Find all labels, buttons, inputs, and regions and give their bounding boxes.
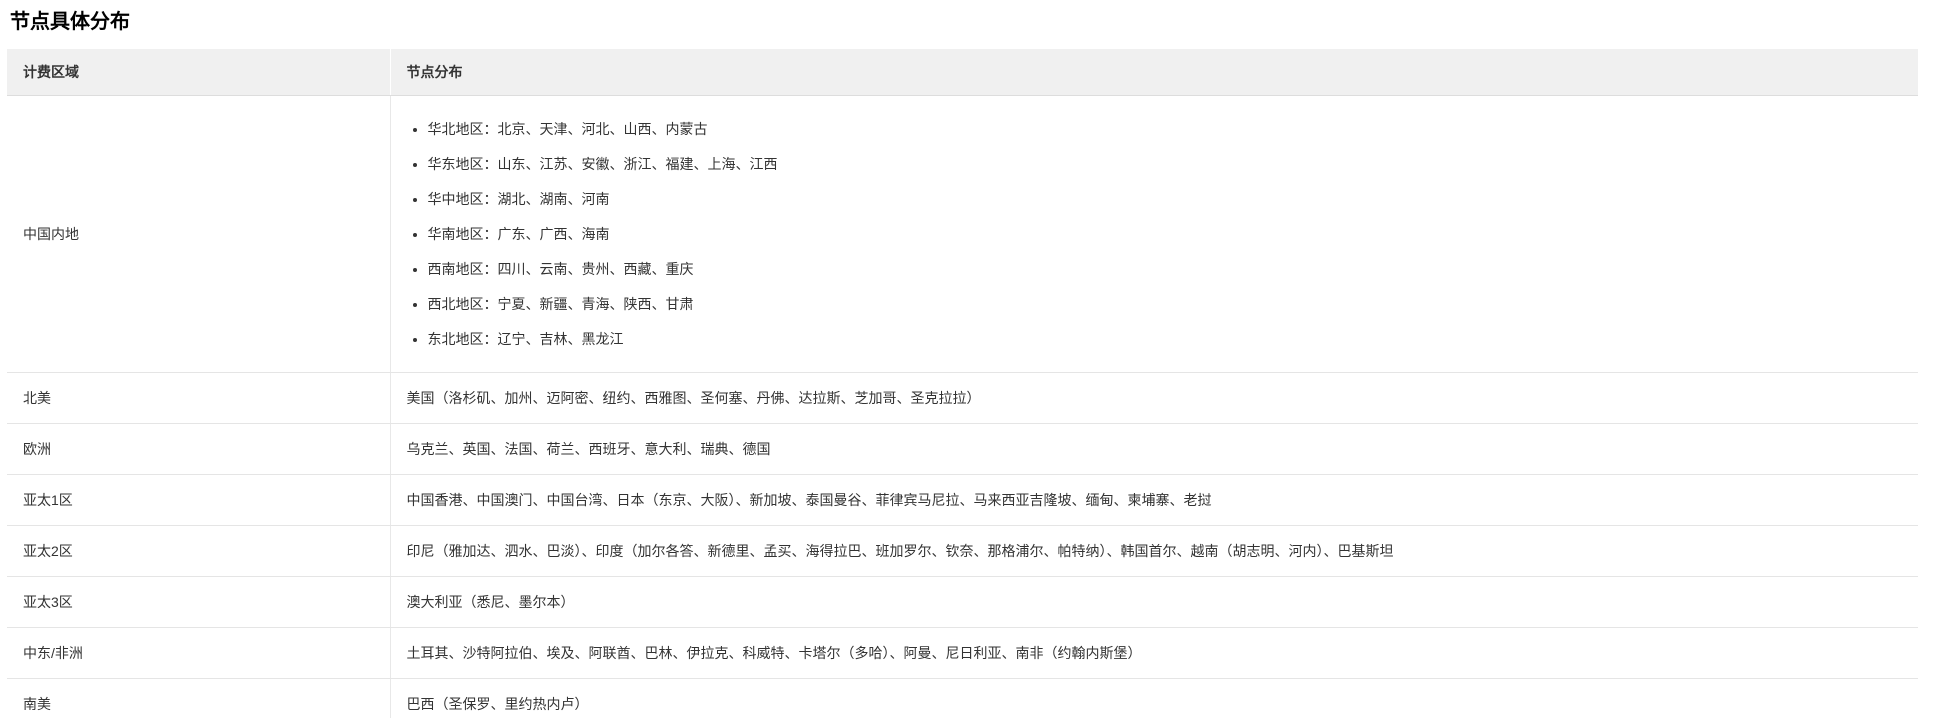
region-list-item: 西南地区：四川、云南、贵州、西藏、重庆 (428, 259, 1903, 279)
distribution-cell: 美国（洛杉矶、加州、迈阿密、纽约、西雅图、圣何塞、丹佛、达拉斯、芝加哥、圣克拉拉… (389, 372, 1918, 424)
region-list: 华北地区：北京、天津、河北、山西、内蒙古华东地区：山东、江苏、安徽、浙江、福建、… (407, 119, 1903, 349)
region-cell: 亚太2区 (7, 525, 390, 577)
distribution-cell: 土耳其、沙特阿拉伯、埃及、阿联酋、巴林、伊拉克、科威特、卡塔尔（多哈）、阿曼、尼… (389, 627, 1918, 679)
distribution-cell: 乌克兰、英国、法国、荷兰、西班牙、意大利、瑞典、德国 (389, 423, 1918, 475)
table-row: 南美 巴西（圣保罗、里约热内卢） (7, 678, 1918, 718)
region-cell: 南美 (23, 696, 51, 712)
region-list-item: 西北地区：宁夏、新疆、青海、陕西、甘肃 (428, 294, 1903, 314)
region-list-item: 华南地区：广东、广西、海南 (428, 224, 1903, 244)
distribution-cell: 华北地区：北京、天津、河北、山西、内蒙古华东地区：山东、江苏、安徽、浙江、福建、… (389, 95, 1918, 373)
node-distribution-table: 计费区域 节点分布 中国内地华北地区：北京、天津、河北、山西、内蒙古华东地区：山… (7, 49, 1918, 718)
region-cell: 亚太1区 (7, 474, 390, 526)
page: 节点具体分布 计费区域 节点分布 中国内地华北地区：北京、天津、河北、山西、内蒙… (0, 0, 1944, 718)
page-title: 节点具体分布 (10, 11, 130, 33)
table-row: 亚太2区 印尼（雅加达、泗水、巴淡）、印度（加尔各答、新德里、孟买、海得拉巴、班加… (7, 525, 1918, 577)
region-cell: 中国内地 (7, 95, 390, 373)
region-list-item: 华北地区：北京、天津、河北、山西、内蒙古 (428, 119, 1903, 139)
table-row: 中东/非洲 土耳其、沙特阿拉伯、埃及、阿联酋、巴林、伊拉克、科威特、卡塔尔（多哈）… (7, 627, 1918, 679)
region-cell: 欧洲 (7, 423, 390, 475)
region-cell: 中东/非洲 (7, 627, 390, 679)
region-cell: 亚太3区 (7, 576, 390, 628)
table-header: 计费区域 节点分布 (7, 49, 1918, 96)
distribution-cell: 澳大利亚（悉尼、墨尔本） (389, 576, 1918, 628)
table-row: 欧洲 乌克兰、英国、法国、荷兰、西班牙、意大利、瑞典、德国 (7, 423, 1918, 475)
distribution-cell: 中国香港、中国澳门、中国台湾、日本（东京、大阪）、新加坡、泰国曼谷、菲律宾马尼拉… (389, 474, 1918, 526)
region-list-item: 华东地区：山东、江苏、安徽、浙江、福建、上海、江西 (428, 154, 1903, 174)
header-node-distribution: 节点分布 (389, 49, 1918, 96)
region-list-item: 华中地区：湖北、湖南、河南 (428, 189, 1903, 209)
table-header-row: 计费区域 节点分布 (7, 49, 1918, 96)
table-row: 北美 美国（洛杉矶、加州、迈阿密、纽约、西雅图、圣何塞、丹佛、达拉斯、芝加哥、圣克… (7, 372, 1918, 424)
table-row: 亚太3区 澳大利亚（悉尼、墨尔本） (7, 576, 1918, 628)
distribution-cell: 巴西（圣保罗、里约热内卢） (389, 678, 1918, 718)
region-list-item: 东北地区：辽宁、吉林、黑龙江 (428, 329, 1903, 349)
table-body: 中国内地华北地区：北京、天津、河北、山西、内蒙古华东地区：山东、江苏、安徽、浙江… (7, 95, 1918, 718)
table-row: 中国内地华北地区：北京、天津、河北、山西、内蒙古华东地区：山东、江苏、安徽、浙江… (7, 95, 1918, 373)
region-cell: 北美 (7, 372, 390, 424)
distribution-cell: 印尼（雅加达、泗水、巴淡）、印度（加尔各答、新德里、孟买、海得拉巴、班加罗尔、钦… (389, 525, 1918, 577)
table-row: 亚太1区 中国香港、中国澳门、中国台湾、日本（东京、大阪）、新加坡、泰国曼谷、菲律… (7, 474, 1918, 526)
header-billing-region: 计费区域 (7, 49, 390, 96)
